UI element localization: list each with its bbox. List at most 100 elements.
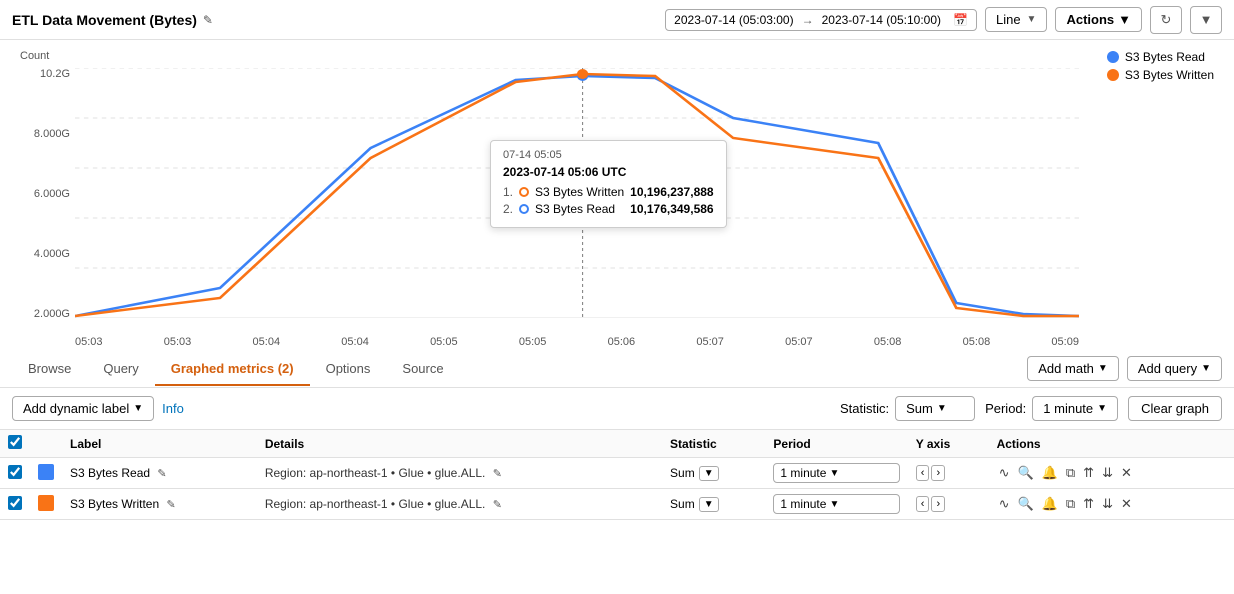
x-tick-3: 05:04 — [253, 336, 281, 348]
top-bar: ETL Data Movement (Bytes) ✎ 2023-07-14 (… — [0, 0, 1234, 40]
row1-checkbox[interactable] — [8, 465, 22, 479]
tooltip-row1-label: S3 Bytes Written — [535, 185, 624, 199]
th-checkbox — [0, 430, 30, 458]
tab-options[interactable]: Options — [310, 353, 387, 386]
td-label-2: S3 Bytes Written ✎ — [62, 489, 257, 520]
th-yaxis: Y axis — [908, 430, 989, 458]
refresh-button[interactable]: ↻ — [1150, 6, 1182, 34]
add-query-button[interactable]: Add query ▼ — [1127, 356, 1222, 381]
row2-statistic: Sum — [670, 497, 695, 511]
table-row: S3 Bytes Read ✎ Region: ap-northeast-1 •… — [0, 458, 1234, 489]
row2-sparkline-icon[interactable]: ∿ — [997, 495, 1012, 513]
tab-graphed-metrics[interactable]: Graphed metrics (2) — [155, 353, 310, 386]
row1-bell-icon[interactable]: 🔔 — [1040, 464, 1060, 482]
add-math-button[interactable]: Add math ▼ — [1027, 356, 1119, 381]
table-row: S3 Bytes Written ✎ Region: ap-northeast-… — [0, 489, 1234, 520]
row1-period: 1 minute — [780, 466, 826, 480]
header-checkbox[interactable] — [8, 435, 22, 449]
add-math-label: Add math — [1038, 361, 1094, 376]
x-tick-5: 05:05 — [430, 336, 458, 348]
row2-arrow-down-icon[interactable]: ⇊ — [1100, 495, 1115, 513]
row2-details-edit-icon[interactable]: ✎ — [493, 499, 502, 511]
tooltip-row-1: 1. S3 Bytes Written 10,196,237,888 — [503, 185, 714, 199]
row1-label: S3 Bytes Read — [70, 466, 150, 480]
date-start: 2023-07-14 (05:03:00) — [674, 13, 793, 27]
td-statistic-1: Sum ▼ — [662, 458, 765, 489]
td-period-1: 1 minute ▼ — [765, 458, 907, 489]
date-arrow: → — [802, 13, 814, 27]
legend-label-read: S3 Bytes Read — [1125, 50, 1205, 64]
th-label: Label — [62, 430, 257, 458]
row2-action-icons: ∿ 🔍 🔔 ⧉ ⇈ ⇊ ✕ — [997, 495, 1226, 513]
legend-item-written: S3 Bytes Written — [1107, 68, 1214, 82]
row1-search-icon[interactable]: 🔍 — [1015, 464, 1035, 482]
row1-label-edit-icon[interactable]: ✎ — [157, 468, 166, 480]
more-options-button[interactable]: ▼ — [1190, 6, 1222, 34]
title-edit-icon[interactable]: ✎ — [203, 13, 213, 27]
x-tick-7: 05:06 — [608, 336, 636, 348]
period-group: Period: 1 minute ▼ — [985, 396, 1118, 421]
row2-checkbox[interactable] — [8, 496, 22, 510]
clear-graph-button[interactable]: Clear graph — [1128, 396, 1222, 421]
row2-stat-chevron[interactable]: ▼ — [699, 497, 719, 512]
row1-arrow-up-icon[interactable]: ⇈ — [1081, 464, 1096, 482]
row2-search-icon[interactable]: 🔍 — [1015, 495, 1035, 513]
chart-type-label: Line — [996, 12, 1021, 27]
x-tick-2: 05:03 — [164, 336, 192, 348]
tabs-right: Add math ▼ Add query ▼ — [1027, 356, 1222, 381]
chart-tooltip: 07-14 05:05 2023-07-14 05:06 UTC 1. S3 B… — [490, 140, 727, 228]
row2-period: 1 minute — [780, 497, 826, 511]
row2-yaxis-left[interactable]: ‹ — [916, 496, 930, 512]
date-range-selector[interactable]: 2023-07-14 (05:03:00) → 2023-07-14 (05:1… — [665, 9, 977, 31]
row1-yaxis-arrows: ‹ › — [916, 465, 981, 481]
td-actions-2: ∿ 🔍 🔔 ⧉ ⇈ ⇊ ✕ — [989, 489, 1234, 520]
row1-copy-icon[interactable]: ⧉ — [1064, 464, 1077, 482]
td-details-2: Region: ap-northeast-1 • Glue • glue.ALL… — [257, 489, 662, 520]
y-tick-2: 8.000G — [34, 128, 70, 140]
info-label[interactable]: Info — [162, 401, 184, 416]
add-dynamic-chevron: ▼ — [133, 403, 143, 414]
x-tick-8: 05:07 — [696, 336, 724, 348]
row1-yaxis-left[interactable]: ‹ — [916, 465, 930, 481]
row2-yaxis-right[interactable]: › — [931, 496, 945, 512]
tooltip-row-2: 2. S3 Bytes Read 10,176,349,586 — [503, 202, 714, 216]
row2-copy-icon[interactable]: ⧉ — [1064, 495, 1077, 513]
tab-query[interactable]: Query — [87, 353, 154, 386]
row2-label-edit-icon[interactable]: ✎ — [167, 499, 176, 511]
row2-bell-icon[interactable]: 🔔 — [1040, 495, 1060, 513]
row1-delete-icon[interactable]: ✕ — [1119, 464, 1134, 482]
actions-button[interactable]: Actions ▼ — [1055, 7, 1142, 32]
row1-arrow-down-icon[interactable]: ⇊ — [1100, 464, 1115, 482]
y-tick-1: 10.2G — [40, 68, 70, 80]
add-query-label: Add query — [1138, 361, 1197, 376]
tooltip-row1-num: 1. — [503, 185, 513, 199]
add-math-chevron: ▼ — [1098, 363, 1108, 374]
add-dynamic-label-button[interactable]: Add dynamic label ▼ — [12, 396, 154, 421]
period-select[interactable]: 1 minute ▼ — [1032, 396, 1118, 421]
calendar-icon: 📅 — [953, 13, 968, 27]
y-tick-3: 6.000G — [34, 188, 70, 200]
td-checkbox-2 — [0, 489, 30, 520]
td-color-1 — [30, 458, 62, 489]
tabs-bar: Browse Query Graphed metrics (2) Options… — [0, 350, 1234, 388]
row1-period-dropdown[interactable]: 1 minute ▼ — [773, 463, 899, 483]
row2-period-dropdown[interactable]: 1 minute ▼ — [773, 494, 899, 514]
tooltip-row2-label: S3 Bytes Read — [535, 202, 624, 216]
row1-stat-chevron[interactable]: ▼ — [699, 466, 719, 481]
color-swatch-blue — [38, 464, 54, 480]
chart-type-dropdown[interactable]: Line ▼ — [985, 7, 1047, 32]
x-tick-1: 05:03 — [75, 336, 103, 348]
row1-details-edit-icon[interactable]: ✎ — [493, 468, 502, 480]
tab-browse[interactable]: Browse — [12, 353, 87, 386]
row2-arrow-up-icon[interactable]: ⇈ — [1081, 495, 1096, 513]
row1-sparkline-icon[interactable]: ∿ — [997, 464, 1012, 482]
row2-delete-icon[interactable]: ✕ — [1119, 495, 1134, 513]
th-details: Details — [257, 430, 662, 458]
x-tick-6: 05:05 — [519, 336, 547, 348]
th-period: Period — [765, 430, 907, 458]
row2-yaxis-arrows: ‹ › — [916, 496, 981, 512]
tab-source[interactable]: Source — [386, 353, 459, 386]
row1-yaxis-right[interactable]: › — [931, 465, 945, 481]
statistic-select[interactable]: Sum ▼ — [895, 396, 975, 421]
tooltip-row2-num: 2. — [503, 202, 513, 216]
